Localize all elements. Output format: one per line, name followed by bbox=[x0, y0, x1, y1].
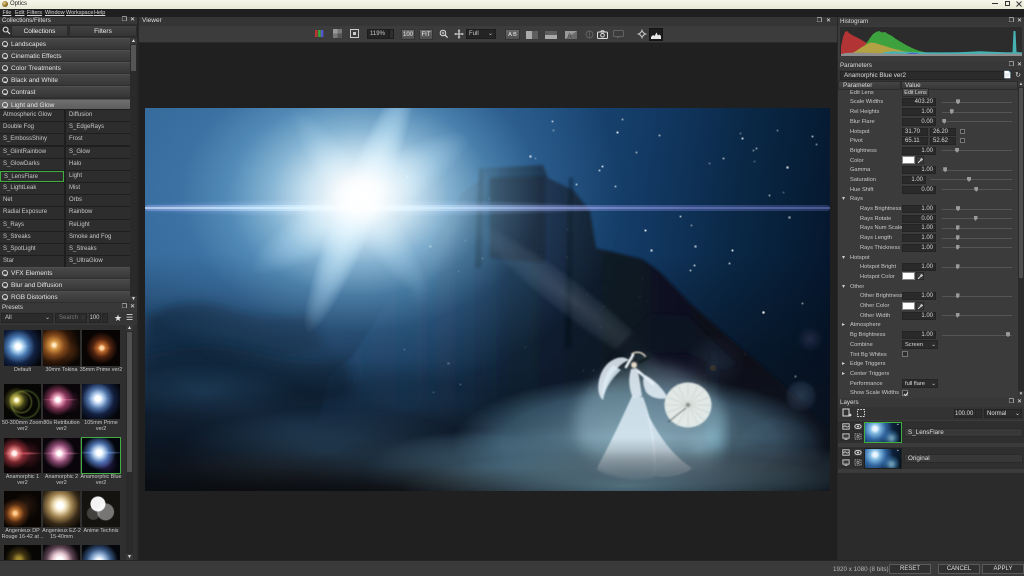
svg-text:A: A bbox=[567, 33, 571, 39]
